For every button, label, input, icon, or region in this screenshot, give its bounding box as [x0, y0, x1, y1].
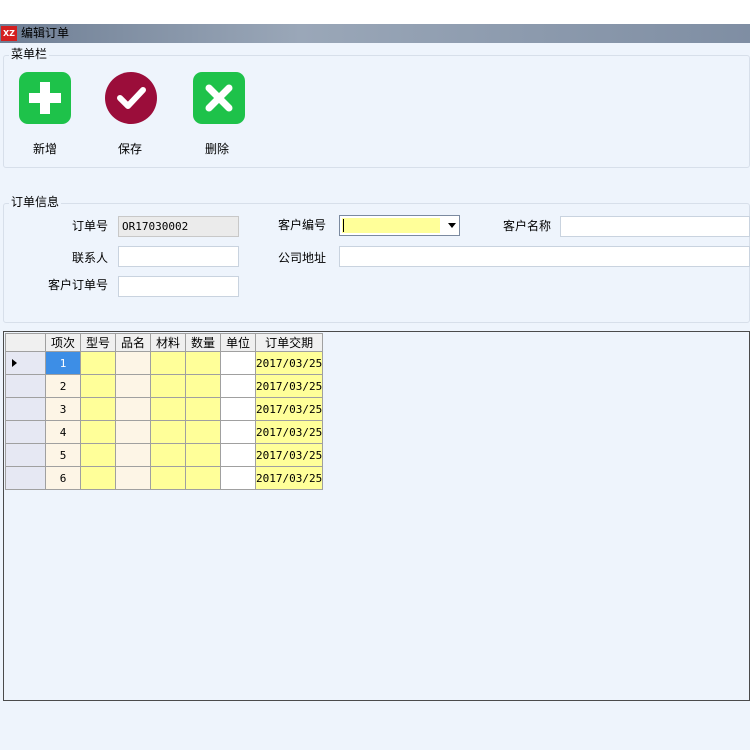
unit-cell[interactable]: [220, 374, 256, 398]
delete-button-label[interactable]: 删除: [187, 142, 247, 156]
unit-cell[interactable]: [220, 443, 256, 467]
save-button[interactable]: [105, 72, 157, 124]
row-header[interactable]: [5, 420, 46, 444]
model-cell[interactable]: [80, 443, 116, 467]
due-cell[interactable]: 2017/03/25: [254, 397, 324, 421]
table-row[interactable]: 4 2017/03/25: [5, 420, 324, 444]
check-icon: [105, 72, 157, 124]
model-cell[interactable]: [80, 397, 116, 421]
name-cell[interactable]: [115, 420, 151, 444]
model-cell[interactable]: [80, 420, 116, 444]
name-cell[interactable]: [115, 466, 151, 490]
column-header-model[interactable]: 型号: [80, 333, 116, 352]
qty-cell[interactable]: [185, 397, 221, 421]
column-header-due[interactable]: 订单交期: [254, 333, 324, 352]
window-title: 编辑订单: [21, 26, 70, 40]
qty-cell[interactable]: [185, 374, 221, 398]
contact-field[interactable]: [118, 246, 239, 267]
add-button-label[interactable]: 新增: [15, 142, 75, 156]
qty-cell[interactable]: [185, 443, 221, 467]
unit-cell[interactable]: [220, 397, 256, 421]
material-cell[interactable]: [150, 420, 186, 444]
name-cell[interactable]: [115, 374, 151, 398]
seq-cell[interactable]: 3: [45, 397, 81, 421]
order-no-label: 订单号: [71, 219, 108, 233]
row-header[interactable]: [5, 397, 46, 421]
customer-no-label: 客户编号: [277, 218, 326, 232]
qty-cell[interactable]: [185, 466, 221, 490]
chevron-down-icon[interactable]: [448, 223, 456, 228]
name-cell[interactable]: [115, 397, 151, 421]
table-row[interactable]: 6 2017/03/25: [5, 466, 324, 490]
customer-order-no-label: 客户订单号: [47, 278, 108, 292]
contact-label: 联系人: [71, 251, 108, 265]
due-cell[interactable]: 2017/03/25: [254, 443, 324, 467]
row-header[interactable]: [5, 443, 46, 467]
order-lines-table: 项次 型号 品名 材料 数量 单位 订单交期 1 2017/03/25 2 20…: [5, 333, 324, 490]
order-lines-grid[interactable]: 项次 型号 品名 材料 数量 单位 订单交期 1 2017/03/25 2 20…: [3, 331, 750, 701]
qty-cell[interactable]: [185, 351, 221, 375]
row-header[interactable]: [5, 374, 46, 398]
table-row[interactable]: 5 2017/03/25: [5, 443, 324, 467]
material-cell[interactable]: [150, 374, 186, 398]
add-button[interactable]: [19, 72, 71, 124]
unit-cell[interactable]: [220, 351, 256, 375]
material-cell[interactable]: [150, 443, 186, 467]
due-cell[interactable]: 2017/03/25: [254, 466, 324, 490]
seq-cell[interactable]: 6: [45, 466, 81, 490]
name-cell[interactable]: [115, 351, 151, 375]
company-address-field[interactable]: [339, 246, 750, 267]
table-row[interactable]: 3 2017/03/25: [5, 397, 324, 421]
column-header-material[interactable]: 材料: [150, 333, 186, 352]
due-cell[interactable]: 2017/03/25: [254, 374, 324, 398]
material-cell[interactable]: [150, 351, 186, 375]
company-address-label: 公司地址: [277, 251, 326, 265]
seq-cell[interactable]: 2: [45, 374, 81, 398]
column-header-name[interactable]: 品名: [115, 333, 151, 352]
grid-header-row: 项次 型号 品名 材料 数量 单位 订单交期: [5, 333, 324, 352]
customer-order-no-field[interactable]: [118, 276, 239, 297]
table-row[interactable]: 2 2017/03/25: [5, 374, 324, 398]
text-caret: [343, 219, 344, 232]
customer-name-field[interactable]: [560, 216, 750, 237]
corner-header[interactable]: [5, 333, 46, 352]
model-cell[interactable]: [80, 466, 116, 490]
order-no-field[interactable]: OR17030002: [118, 216, 239, 237]
unit-cell[interactable]: [220, 466, 256, 490]
name-cell[interactable]: [115, 443, 151, 467]
unit-cell[interactable]: [220, 420, 256, 444]
model-cell[interactable]: [80, 374, 116, 398]
material-cell[interactable]: [150, 397, 186, 421]
column-header-seq[interactable]: 项次: [45, 333, 81, 352]
customer-name-label: 客户名称: [502, 219, 551, 233]
seq-cell[interactable]: 1: [45, 351, 81, 375]
customer-no-combo[interactable]: [339, 215, 460, 236]
column-header-unit[interactable]: 单位: [220, 333, 256, 352]
column-header-qty[interactable]: 数量: [185, 333, 221, 352]
menu-group-title: 菜单栏: [9, 47, 50, 61]
save-button-label[interactable]: 保存: [100, 142, 160, 156]
table-row[interactable]: 1 2017/03/25: [5, 351, 324, 375]
row-header[interactable]: [5, 351, 46, 375]
title-bar: XZ 编辑订单: [0, 24, 750, 43]
row-header[interactable]: [5, 466, 46, 490]
order-info-title: 订单信息: [9, 195, 62, 209]
app-logo-icon: XZ: [1, 26, 17, 41]
cross-icon: [193, 72, 245, 124]
seq-cell[interactable]: 5: [45, 443, 81, 467]
model-cell[interactable]: [80, 351, 116, 375]
material-cell[interactable]: [150, 466, 186, 490]
seq-cell[interactable]: 4: [45, 420, 81, 444]
due-cell[interactable]: 2017/03/25: [254, 420, 324, 444]
delete-button[interactable]: [193, 72, 245, 124]
qty-cell[interactable]: [185, 420, 221, 444]
customer-no-value[interactable]: [342, 218, 440, 233]
due-cell[interactable]: 2017/03/25: [254, 351, 324, 375]
current-row-pointer-icon: [12, 359, 17, 367]
plus-icon: [19, 72, 71, 124]
